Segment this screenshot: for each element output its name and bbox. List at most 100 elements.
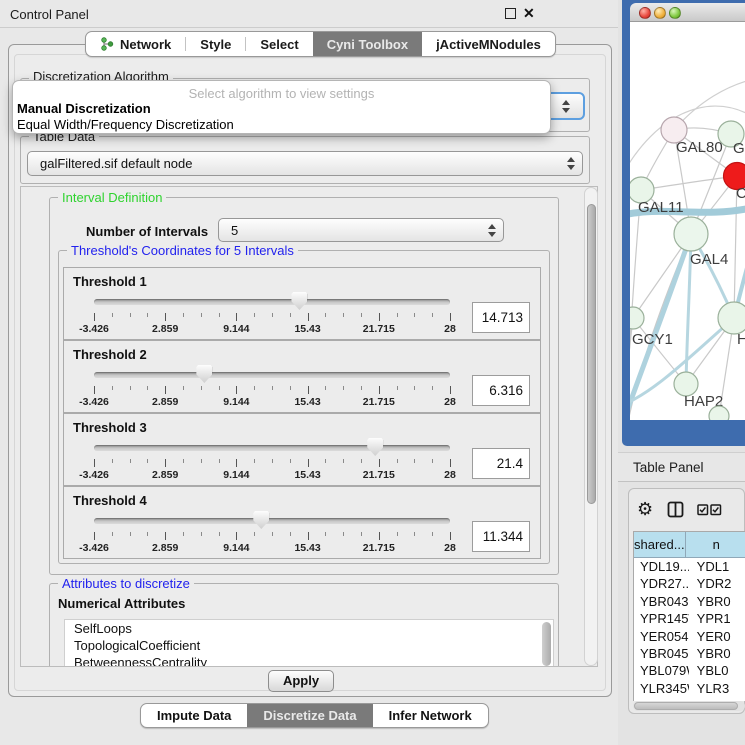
- slider-thumb[interactable]: [253, 511, 269, 529]
- table-row[interactable]: YBL079WYBL0: [634, 662, 745, 679]
- table-row[interactable]: YLR345WYLR3: [634, 680, 745, 697]
- network-node[interactable]: [674, 217, 708, 251]
- table-row[interactable]: YDL19...YDL1: [634, 558, 745, 575]
- table-row[interactable]: YPR145WYPR1: [634, 610, 745, 627]
- tab-impute-data[interactable]: Impute Data: [141, 704, 247, 727]
- slider-tick: [165, 386, 166, 394]
- threshold-slider[interactable]: -3.4262.8599.14415.4321.71528: [94, 268, 450, 341]
- table-row[interactable]: YDR27...YDR2: [634, 575, 745, 592]
- slider-tick: [201, 386, 202, 390]
- threshold-slider[interactable]: -3.4262.8599.14415.4321.71528: [94, 487, 450, 560]
- tab-select[interactable]: Select: [246, 32, 312, 56]
- slider-tick: [397, 459, 398, 463]
- slider-thumb[interactable]: [196, 365, 212, 383]
- scrollbar-thumb[interactable]: [587, 204, 596, 504]
- tab-network[interactable]: Network: [86, 32, 185, 56]
- slider-track[interactable]: [94, 518, 450, 524]
- cell-name[interactable]: YBR0: [689, 645, 745, 662]
- slider-tick: [361, 532, 362, 536]
- slider-tick: [414, 313, 415, 317]
- number-of-intervals-combobox[interactable]: 5: [218, 218, 504, 242]
- columns-icon[interactable]: [667, 501, 685, 519]
- slider-thumb[interactable]: [291, 292, 307, 310]
- cell-shared-name[interactable]: YDL19...: [634, 558, 689, 575]
- slider-tick-label: 21.715: [363, 469, 395, 481]
- threshold-value-field[interactable]: 14.713: [472, 302, 530, 333]
- threshold-value-field[interactable]: 21.4: [472, 448, 530, 479]
- close-icon[interactable]: ✕: [523, 5, 535, 22]
- network-node[interactable]: [718, 302, 745, 334]
- slider-thumb[interactable]: [367, 438, 383, 456]
- dropdown-option-equal-width[interactable]: Equal Width/Frequency Discretization: [17, 117, 234, 132]
- slider-tick: [414, 459, 415, 463]
- list-scrollbar[interactable]: [542, 622, 551, 666]
- table-row[interactable]: YER054CYER0: [634, 628, 745, 645]
- cell-name[interactable]: YBR0: [689, 593, 745, 610]
- float-icon[interactable]: [505, 8, 516, 19]
- algorithm-dropdown-popup: Select algorithm to view settings Manual…: [12, 80, 551, 134]
- cell-shared-name[interactable]: YPR145W: [634, 610, 689, 627]
- cell-name[interactable]: YBL0: [689, 662, 745, 679]
- cell-name[interactable]: YPR1: [689, 610, 745, 627]
- apply-button[interactable]: Apply: [268, 670, 334, 692]
- network-edge[interactable]: [641, 176, 737, 190]
- threshold-panel: Threshold 4 -3.4262.8599.14415.4321.7152…: [63, 486, 541, 559]
- table-row[interactable]: YBR043CYBR0: [634, 593, 745, 610]
- tab-label: Infer Network: [389, 708, 472, 723]
- cell-shared-name[interactable]: YER054C: [634, 628, 689, 645]
- cell-shared-name[interactable]: YBL079W: [634, 662, 689, 679]
- network-canvas[interactable]: GAL80GCGAL11GAL4GCY1HHAP2: [630, 22, 745, 420]
- column-header-name[interactable]: n: [686, 532, 745, 558]
- numerical-attributes-list[interactable]: SelfLoopsTopologicalCoefficientBetweenne…: [64, 619, 554, 667]
- tab-discretize-data[interactable]: Discretize Data: [247, 704, 372, 727]
- cell-name[interactable]: YDL1: [689, 558, 745, 575]
- attribute-list-item[interactable]: SelfLoops: [65, 620, 553, 637]
- checkbox-icon[interactable]: [710, 504, 722, 516]
- threshold-value-field[interactable]: 6.316: [472, 375, 530, 406]
- dropdown-placeholder-option[interactable]: Select algorithm to view settings: [13, 86, 550, 101]
- tab-jactivemnodules[interactable]: jActiveMNodules: [422, 32, 555, 56]
- dropdown-option-manual-discretization[interactable]: Manual Discretization: [17, 101, 151, 116]
- tab-infer-network[interactable]: Infer Network: [373, 704, 488, 727]
- minimize-traffic-light-icon[interactable]: [654, 7, 666, 19]
- threshold-value-field[interactable]: 11.344: [472, 521, 530, 552]
- table-row[interactable]: YBR045CYBR0: [634, 645, 745, 662]
- slider-tick: [290, 313, 291, 317]
- settings-scrollbar[interactable]: [584, 187, 598, 666]
- scrollbar-thumb[interactable]: [634, 702, 738, 710]
- gear-icon[interactable]: ⚙: [637, 499, 653, 520]
- attribute-list-item[interactable]: TopologicalCoefficient: [65, 637, 553, 654]
- attribute-list-item[interactable]: BetweennessCentrality: [65, 654, 553, 667]
- slider-track[interactable]: [94, 445, 450, 451]
- slider-track[interactable]: [94, 299, 450, 305]
- cell-shared-name[interactable]: YDR27...: [634, 575, 689, 592]
- cell-shared-name[interactable]: YBR043C: [634, 593, 689, 610]
- threshold-panel: Threshold 1 -3.4262.8599.14415.4321.7152…: [63, 267, 541, 340]
- group-title: Interval Definition: [58, 190, 166, 205]
- cell-shared-name[interactable]: YBR045C: [634, 645, 689, 662]
- zoom-traffic-light-icon[interactable]: [669, 7, 681, 19]
- column-header-shared-name[interactable]: shared...: [634, 532, 686, 558]
- table-data-combobox[interactable]: galFiltered.sif default node: [27, 151, 583, 176]
- slider-track[interactable]: [94, 372, 450, 378]
- cell-shared-name[interactable]: YLR345W: [634, 680, 689, 697]
- cell-name[interactable]: YLR3: [689, 680, 745, 697]
- slider-tick: [236, 386, 237, 394]
- network-node[interactable]: [630, 307, 644, 329]
- cell-name[interactable]: YER0: [689, 628, 745, 645]
- threshold-slider[interactable]: -3.4262.8599.14415.4321.71528: [94, 414, 450, 487]
- slider-tick: [236, 313, 237, 321]
- panel-title: Control Panel: [10, 7, 89, 22]
- cell-name[interactable]: YDR2: [689, 575, 745, 592]
- checkbox-icon[interactable]: [697, 504, 709, 516]
- slider-tick: [219, 386, 220, 390]
- table-toolbar: ⚙: [633, 497, 743, 525]
- close-traffic-light-icon[interactable]: [639, 7, 651, 19]
- network-node[interactable]: [709, 406, 729, 420]
- tab-style[interactable]: Style: [186, 32, 245, 56]
- threshold-slider[interactable]: -3.4262.8599.14415.4321.71528: [94, 341, 450, 414]
- tab-cyni-toolbox[interactable]: Cyni Toolbox: [313, 32, 422, 56]
- group-title: Threshold's Coordinates for 5 Intervals: [67, 243, 298, 258]
- slider-tick: [94, 313, 95, 321]
- table-hscrollbar[interactable]: [633, 701, 745, 711]
